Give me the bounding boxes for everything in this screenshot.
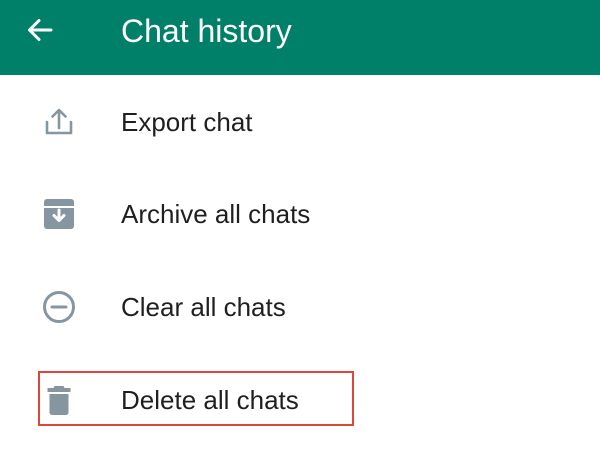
arrow-left-icon	[28, 19, 53, 41]
menu-item-delete-all-chats[interactable]: Delete all chats	[0, 354, 600, 446]
menu-item-label: Delete all chats	[121, 385, 299, 415]
trash-icon	[47, 386, 71, 415]
menu-item-label: Clear all chats	[121, 292, 286, 322]
menu-item-label: Export chat	[121, 107, 253, 137]
menu-item-archive-all-chats[interactable]: Archive all chats	[0, 168, 600, 260]
page-title: Chat history	[121, 13, 292, 49]
back-button[interactable]	[18, 8, 62, 52]
share-upload-icon	[45, 108, 73, 135]
minus-circle-icon	[43, 291, 75, 323]
archive-box-icon	[44, 199, 74, 229]
app-bar: Chat history	[0, 0, 600, 75]
menu-item-clear-all-chats[interactable]: Clear all chats	[0, 261, 600, 353]
menu-item-label: Archive all chats	[121, 199, 311, 229]
menu-item-export-chat[interactable]: Export chat	[0, 76, 600, 168]
